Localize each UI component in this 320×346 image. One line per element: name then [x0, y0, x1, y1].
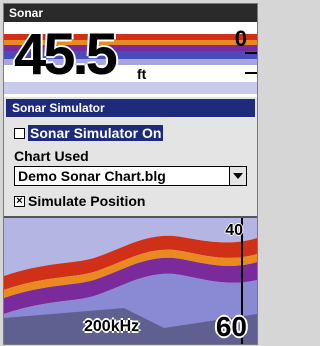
scale-tick: [245, 72, 257, 74]
sonar-simulator-on-option[interactable]: Sonar Simulator On: [14, 125, 164, 141]
depth-scale-bottom: 60: [215, 311, 247, 342]
chart-selected-value: Demo Sonar Chart.blg: [18, 168, 166, 184]
chart-used-select[interactable]: Demo Sonar Chart.blg: [14, 166, 247, 186]
window-title: Sonar: [4, 4, 257, 22]
depth-scale-top: 0: [234, 26, 247, 51]
sonar-simulator-dialog: Sonar Simulator Sonar Simulator On Chart…: [4, 95, 257, 218]
simulate-position-checkbox[interactable]: ×: [14, 195, 25, 207]
simulate-position-label: Simulate Position: [28, 193, 146, 209]
scale-tick: [245, 52, 257, 54]
sonar-chart-bottom: 40 200kHz 60: [4, 218, 257, 344]
depth-scale-mid: 40: [225, 222, 243, 239]
chart-used-label: Chart Used: [14, 148, 89, 164]
dialog-title: Sonar Simulator: [6, 99, 255, 117]
chevron-down-icon[interactable]: [229, 167, 246, 185]
depth-readout: 45.5: [14, 22, 118, 87]
sonar-simulator-label: Sonar Simulator On: [28, 125, 164, 141]
sonar-chart-top: 45.5 ft 0: [4, 22, 257, 94]
simulate-position-option[interactable]: × Simulate Position: [14, 193, 145, 209]
sonar-simulator-checkbox[interactable]: [14, 127, 25, 139]
frequency-label: 200kHz: [84, 318, 140, 335]
sonar-window: Sonar 45.5 ft 0 Sonar Simulator Sonar Si…: [3, 3, 258, 345]
depth-unit: ft: [137, 66, 147, 82]
